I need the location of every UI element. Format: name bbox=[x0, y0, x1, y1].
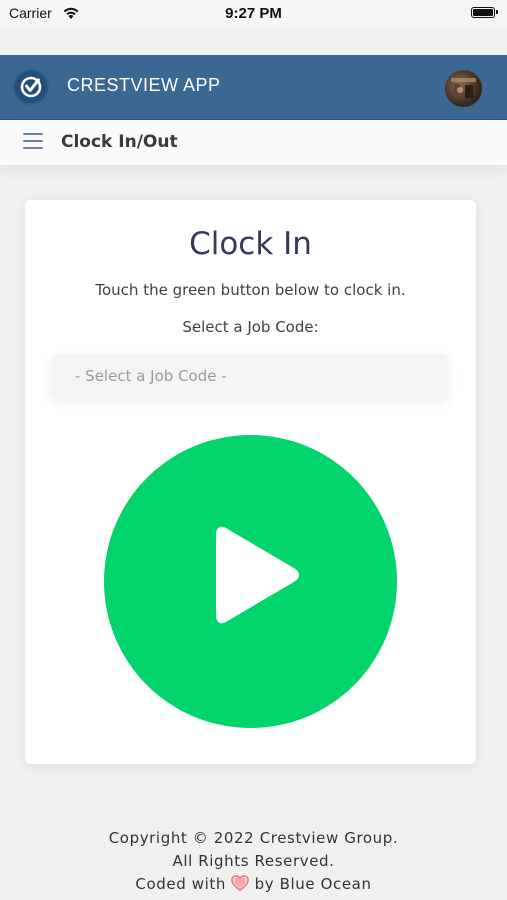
play-icon bbox=[216, 526, 299, 624]
clock-in-card: Clock In Touch the green button below to… bbox=[25, 200, 476, 764]
avatar[interactable] bbox=[445, 70, 482, 107]
page-title: Clock In/Out bbox=[61, 132, 178, 152]
instructions-text: Touch the green button below to clock in… bbox=[95, 281, 406, 299]
battery-icon bbox=[471, 7, 498, 18]
subheader-bar: Clock In/Out bbox=[0, 120, 507, 165]
menu-icon[interactable] bbox=[23, 133, 43, 149]
footer: Copyright © 2022 Crestview Group. All Ri… bbox=[0, 827, 507, 898]
coded-with-text: Coded with bbox=[135, 875, 226, 893]
heart-icon bbox=[231, 875, 250, 898]
app-header: CRESTVIEW APP bbox=[0, 55, 507, 120]
card-title: Clock In bbox=[189, 226, 312, 262]
status-bar: Carrier 9:27 PM bbox=[0, 0, 507, 28]
clock-in-button[interactable] bbox=[104, 435, 397, 728]
app-logo-icon bbox=[15, 71, 47, 103]
status-time: 9:27 PM bbox=[225, 5, 282, 22]
job-code-placeholder: - Select a Job Code - bbox=[75, 367, 227, 385]
credits-author-text: by Blue Ocean bbox=[254, 875, 372, 893]
job-code-label: Select a Job Code: bbox=[182, 318, 319, 336]
credits-line: Coded with by Blue Ocean bbox=[0, 873, 507, 898]
job-code-select[interactable]: - Select a Job Code - bbox=[52, 354, 448, 398]
app-title: CRESTVIEW APP bbox=[67, 75, 221, 95]
copyright-text: Copyright © 2022 Crestview Group. bbox=[108, 829, 399, 847]
rights-text: All Rights Reserved. bbox=[172, 852, 335, 870]
